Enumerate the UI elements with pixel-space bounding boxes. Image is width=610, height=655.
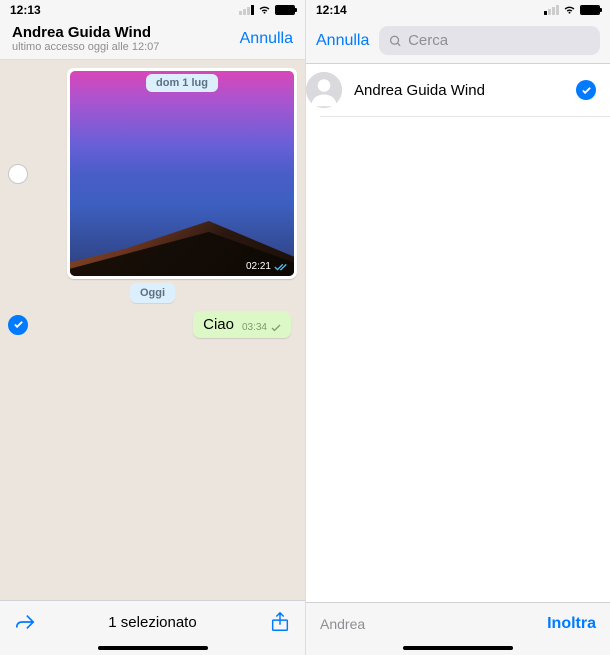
cellular-icon <box>239 5 254 15</box>
read-ticks-icon <box>274 262 288 272</box>
selected-recipient: Andrea <box>320 616 365 632</box>
message-text: Ciao <box>203 316 234 333</box>
chat-title: Andrea Guida Wind <box>12 24 240 41</box>
share-icon[interactable] <box>269 611 291 633</box>
wifi-icon <box>563 5 576 15</box>
chat-header-info: Andrea Guida Wind ultimo accesso oggi al… <box>12 24 240 53</box>
selection-count: 1 selezionato <box>108 614 196 631</box>
image-message-bubble[interactable]: dom 1 lug 02:21 <box>67 68 297 279</box>
message-image: 02:21 <box>70 71 294 276</box>
selection-radio-unchecked[interactable] <box>8 164 28 184</box>
text-message-bubble[interactable]: Ciao 03:34 <box>193 311 291 338</box>
search-icon <box>389 34 402 48</box>
home-indicator[interactable] <box>98 646 208 650</box>
status-bar: 12:14 <box>306 0 610 20</box>
cancel-button[interactable]: Annulla <box>316 32 369 50</box>
forward-icon[interactable] <box>14 611 36 633</box>
contact-list[interactable]: Andrea Guida Wind <box>306 64 610 602</box>
date-separator: Oggi <box>0 283 305 303</box>
date-pill: dom 1 lug <box>146 74 218 92</box>
message-row[interactable]: Ciao 03:34 <box>0 309 305 340</box>
search-header: Annulla <box>306 20 610 64</box>
battery-icon <box>275 5 295 15</box>
battery-icon <box>580 5 600 15</box>
status-indicators <box>239 5 295 15</box>
contact-name: Andrea Guida Wind <box>354 82 564 99</box>
forward-picker-screen: 12:14 Annulla Andrea Guida Wind <box>305 0 610 655</box>
chat-selection-screen: 12:13 Andrea Guida Wind ultimo accesso o… <box>0 0 305 655</box>
chat-header: Andrea Guida Wind ultimo accesso oggi al… <box>0 20 305 60</box>
avatar <box>306 72 342 108</box>
selection-radio-checked[interactable] <box>8 315 28 335</box>
cancel-button[interactable]: Annulla <box>240 24 293 48</box>
cellular-icon <box>544 5 559 15</box>
chat-body[interactable]: dom 1 lug 02:21 Oggi <box>0 60 305 600</box>
message-time: 02:21 <box>246 261 288 272</box>
search-field[interactable] <box>379 26 600 55</box>
message-time: 03:34 <box>242 322 283 333</box>
selected-check-icon[interactable] <box>576 80 596 100</box>
status-time: 12:13 <box>10 3 41 17</box>
sent-tick-icon <box>269 323 283 333</box>
status-bar: 12:13 <box>0 0 305 20</box>
selection-toolbar: 1 selezionato <box>0 600 305 655</box>
status-indicators <box>544 5 600 15</box>
wifi-icon <box>258 5 271 15</box>
forward-toolbar: Andrea Inoltra <box>306 602 610 655</box>
forward-button[interactable]: Inoltra <box>547 615 596 633</box>
status-time: 12:14 <box>316 3 347 17</box>
home-indicator[interactable] <box>403 646 513 650</box>
search-input[interactable] <box>408 32 590 49</box>
last-seen: ultimo accesso oggi alle 12:07 <box>12 41 240 53</box>
message-row[interactable]: dom 1 lug 02:21 <box>0 66 305 281</box>
contact-row[interactable]: Andrea Guida Wind <box>306 64 610 117</box>
